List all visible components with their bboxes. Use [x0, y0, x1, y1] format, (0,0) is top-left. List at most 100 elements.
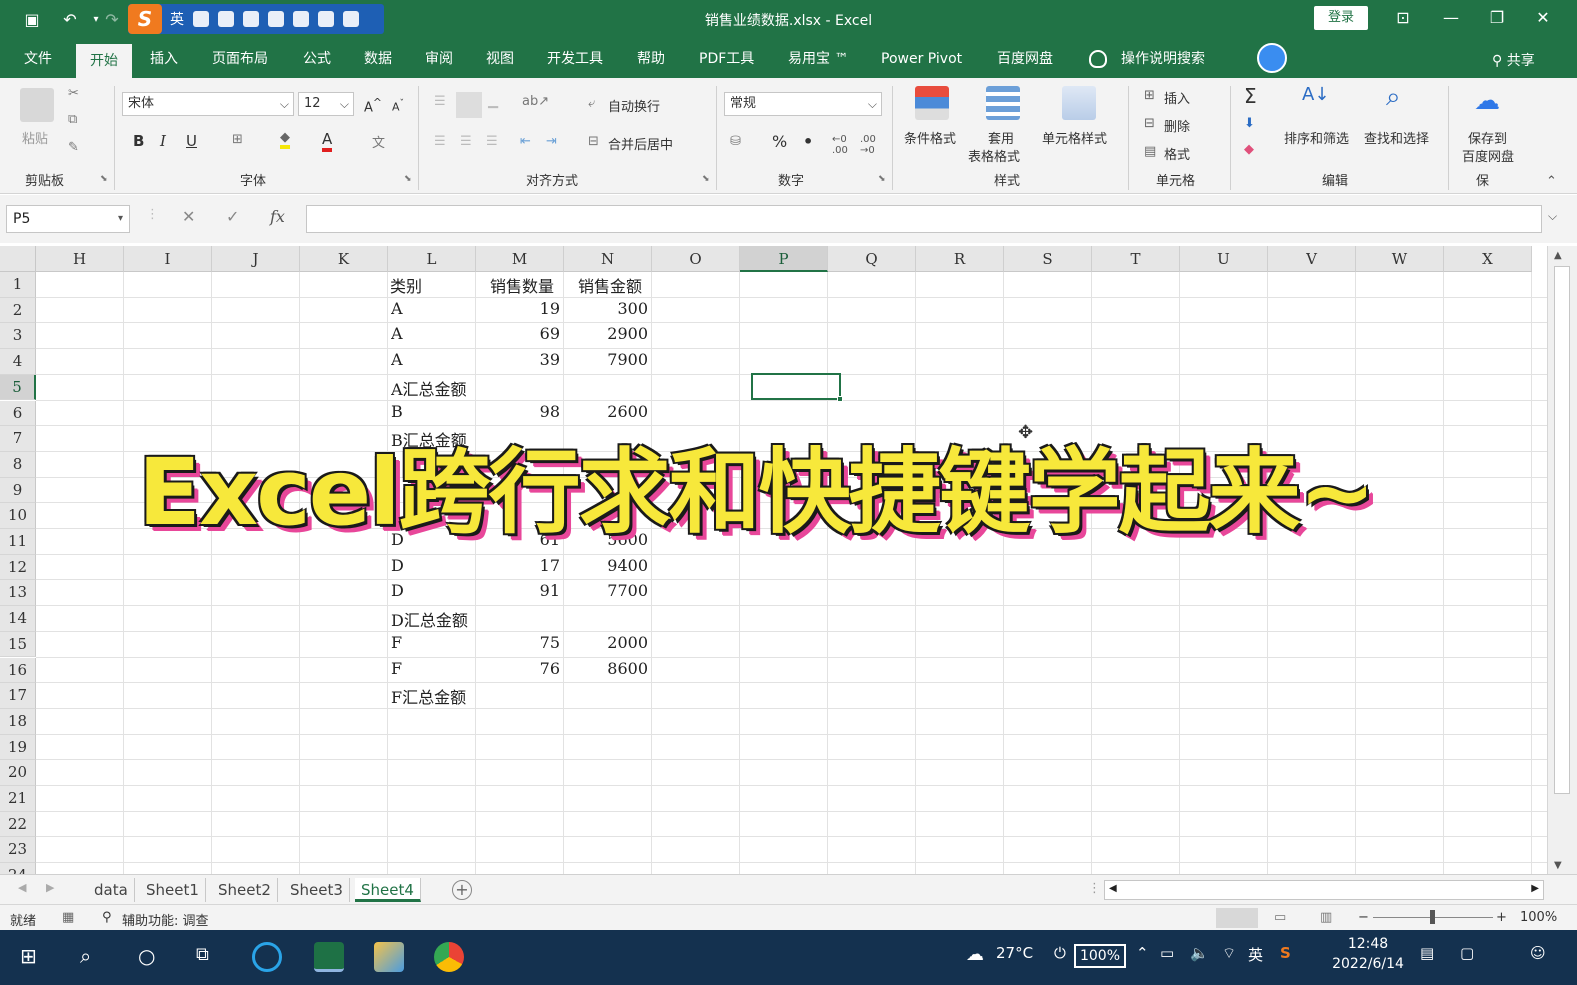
cell-L15[interactable]: F	[391, 633, 402, 652]
column-header-t[interactable]: T	[1092, 246, 1180, 272]
font-size-combo[interactable]: 12 ⌵	[298, 92, 354, 116]
orientation-icon[interactable]: ab↗	[522, 94, 549, 109]
punctuation-icon[interactable]	[193, 11, 209, 27]
tab-yiyongbao[interactable]: 易用宝 ™	[788, 40, 848, 78]
volume-icon[interactable]: 🔈	[1190, 944, 1209, 962]
insert-cells-button[interactable]: 插入	[1164, 88, 1190, 107]
increase-indent-icon[interactable]: ⇥	[546, 134, 557, 149]
cell-styles-icon[interactable]	[1062, 86, 1096, 120]
row-header-15[interactable]: 15	[0, 631, 36, 658]
cell-N6[interactable]: 2600	[564, 402, 648, 421]
save-icon[interactable]: ▣	[20, 8, 44, 32]
tab-data[interactable]: 数据	[364, 40, 392, 78]
sheet-tab-data[interactable]: data	[88, 878, 135, 902]
next-sheet-icon[interactable]: ▶	[46, 881, 54, 894]
tab-file[interactable]: 文件	[24, 40, 52, 78]
image-app-icon[interactable]	[374, 942, 404, 972]
column-header-n[interactable]: N	[564, 246, 652, 272]
cell-M15[interactable]: 75	[476, 633, 560, 652]
tab-insert[interactable]: 插入	[150, 40, 178, 78]
weather-temp[interactable]: 27°C	[996, 944, 1033, 962]
underline-button[interactable]: U	[186, 132, 197, 150]
cell-N1[interactable]: 销售金额	[578, 273, 642, 297]
active-cell-border[interactable]	[751, 373, 841, 400]
find-select-button[interactable]: 查找和选择	[1364, 128, 1429, 147]
minimize-icon[interactable]: —	[1436, 6, 1466, 30]
keyboard-icon[interactable]	[268, 11, 284, 27]
tab-home[interactable]: 开始	[76, 44, 132, 78]
formula-input[interactable]	[306, 205, 1542, 233]
tab-split-grip-icon[interactable]: ⋮	[1088, 881, 1101, 896]
insert-function-icon[interactable]: fx	[270, 207, 285, 226]
row-header-22[interactable]: 22	[0, 811, 36, 838]
microphone-icon[interactable]	[243, 11, 259, 27]
italic-button[interactable]: I	[160, 132, 166, 150]
zoom-level[interactable]: 100%	[1520, 910, 1557, 925]
cell-N13[interactable]: 7700	[564, 581, 648, 600]
cell-L14[interactable]: D汇总金额	[391, 607, 468, 631]
notification-center-icon[interactable]: ▤	[1420, 944, 1434, 962]
tab-formulas[interactable]: 公式	[303, 40, 331, 78]
column-header-k[interactable]: K	[300, 246, 388, 272]
merge-center-button[interactable]: 合并后居中	[608, 134, 673, 153]
ime-lang-indicator[interactable]: 英	[1248, 944, 1263, 965]
tab-baidu-netdisk[interactable]: 百度网盘	[997, 40, 1053, 78]
row-header-19[interactable]: 19	[0, 734, 36, 761]
row-header-1[interactable]: 1	[0, 272, 36, 298]
align-top-icon[interactable]: ☰	[434, 94, 446, 109]
column-header-x[interactable]: X	[1444, 246, 1532, 272]
cell-M1[interactable]: 销售数量	[490, 273, 554, 297]
cell-M6[interactable]: 98	[476, 402, 560, 421]
ime-lang-label[interactable]: 英	[170, 9, 184, 29]
tell-me-search[interactable]: 操作说明搜索	[1121, 40, 1205, 78]
percent-button[interactable]: %	[772, 132, 787, 151]
ime-toolbar[interactable]: S 英	[128, 4, 384, 34]
macro-record-icon[interactable]: ▦	[62, 910, 74, 925]
phonetic-icon[interactable]: 文	[372, 132, 385, 151]
lightbulb-icon[interactable]	[1089, 50, 1107, 68]
decrease-decimal-icon[interactable]: .00 →0	[860, 134, 876, 156]
clear-icon[interactable]: ◆	[1244, 142, 1254, 157]
save-to-baidu-line1[interactable]: 保存到	[1468, 128, 1507, 147]
wrap-text-button[interactable]: 自动换行	[608, 96, 660, 115]
cell-N12[interactable]: 9400	[564, 556, 648, 575]
row-header-17[interactable]: 17	[0, 683, 36, 709]
number-launcher-icon[interactable]: ⬊	[878, 174, 886, 184]
cell-N4[interactable]: 7900	[564, 350, 648, 369]
vertical-scroll-thumb[interactable]	[1554, 266, 1570, 794]
battery-level[interactable]: 100%	[1074, 944, 1126, 968]
zoom-out-icon[interactable]: −	[1358, 910, 1369, 925]
align-center-icon[interactable]: ☰	[460, 134, 472, 149]
clock-time[interactable]: 12:48	[1333, 936, 1403, 952]
enter-icon[interactable]: ✓	[226, 207, 239, 226]
table-format-icon[interactable]	[986, 86, 1020, 120]
cell-L12[interactable]: D	[391, 556, 404, 575]
select-all-button[interactable]	[0, 246, 36, 272]
cell-M16[interactable]: 76	[476, 659, 560, 678]
row-header-21[interactable]: 21	[0, 786, 36, 812]
align-bottom-icon[interactable]: ▁	[488, 94, 498, 109]
browser-app-icon[interactable]	[252, 942, 282, 972]
close-icon[interactable]: ✕	[1528, 6, 1558, 30]
cell-N3[interactable]: 2900	[564, 324, 648, 343]
row-header-11[interactable]: 11	[0, 529, 36, 555]
page-layout-view-icon[interactable]: ▭	[1274, 910, 1286, 925]
cut-icon[interactable]: ✂	[68, 86, 79, 101]
row-header-16[interactable]: 16	[0, 657, 36, 684]
cell-L3[interactable]: A	[391, 324, 403, 343]
font-color-icon[interactable]: A	[322, 130, 333, 152]
row-header-23[interactable]: 23	[0, 837, 36, 864]
column-header-i[interactable]: I	[124, 246, 212, 272]
paste-button[interactable]: 粘贴	[22, 128, 48, 147]
cell-M12[interactable]: 17	[476, 556, 560, 575]
row-header-4[interactable]: 4	[0, 349, 36, 375]
cancel-icon[interactable]: ✕	[182, 207, 195, 226]
number-format-combo[interactable]: 常规 ⌵	[724, 92, 882, 116]
avatar[interactable]	[1257, 43, 1287, 73]
horizontal-scrollbar[interactable]: ◀ ▶	[1104, 880, 1544, 900]
prev-sheet-icon[interactable]: ◀	[18, 881, 26, 894]
tab-page-layout[interactable]: 页面布局	[212, 40, 268, 78]
border-icon[interactable]: ⊞	[232, 132, 243, 147]
merge-icon[interactable]: ⊟	[588, 134, 599, 149]
align-right-icon[interactable]: ☰	[486, 134, 498, 149]
